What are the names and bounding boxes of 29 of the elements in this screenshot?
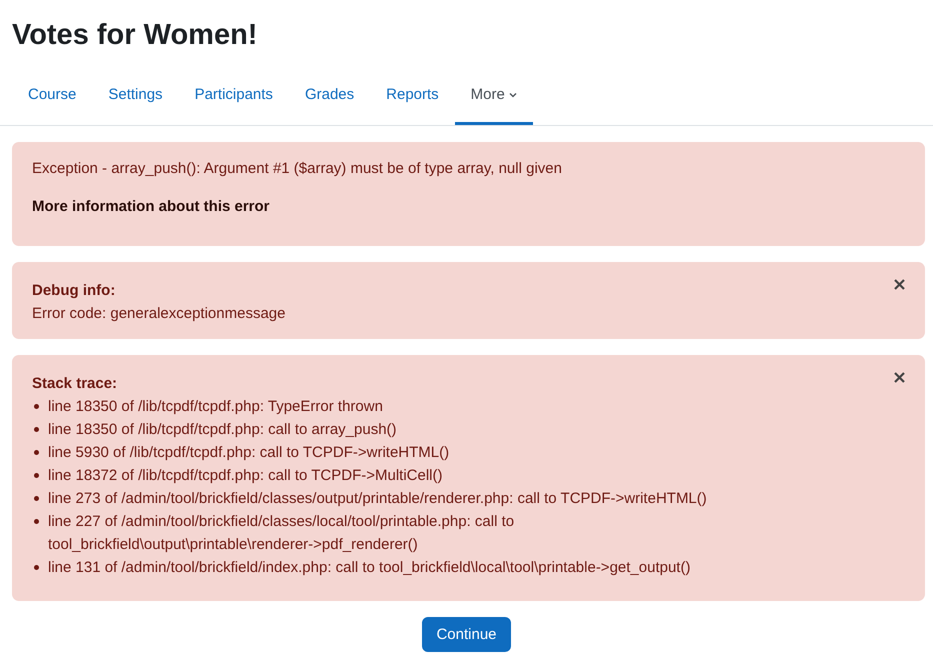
nav-tab[interactable]: Settings: [92, 75, 179, 125]
bullet-icon: [34, 519, 39, 524]
close-icon[interactable]: [894, 279, 905, 290]
nav-tab[interactable]: Reports: [370, 75, 455, 125]
close-icon[interactable]: [894, 372, 905, 383]
error-code: Error code: generalexceptionmessage: [32, 304, 286, 324]
stack-trace-line: line 18350 of /lib/tcpdf/tcpdf.php: call to array_push(): [48, 420, 397, 440]
bullet-icon: [34, 427, 39, 432]
nav-tab[interactable]: Participants: [178, 75, 289, 125]
stack-trace-line: line 18372 of /lib/tcpdf/tcpdf.php: call to TCPDF->MultiCell(): [48, 466, 442, 486]
error-message: Exception - array_push(): Argument #1 ($array) must be of type array, null given: [32, 159, 563, 179]
bullet-icon: [34, 496, 39, 501]
bullet-icon: [34, 473, 39, 478]
continue-button[interactable]: Continue: [422, 617, 511, 652]
nav-tab[interactable]: Course: [12, 75, 92, 125]
bullet-icon: [34, 404, 39, 409]
alert-heading: Stack trace:: [32, 374, 118, 394]
bullet-icon: [34, 450, 39, 455]
stack-trace-line: line 18350 of /lib/tcpdf/tcpdf.php: TypeError thrown: [48, 397, 383, 417]
stack-trace-line: line 227 of /admin/tool/brickfield/classes/local/tool/printable.php: call to tool_brickfield\output\printable\renderer->pdf_renderer(): [48, 512, 516, 555]
stack-trace-line: line 131 of /admin/tool/brickfield/index.php: call to tool_brickfield\local\tool\printable->get_output(): [48, 558, 690, 578]
bullet-icon: [34, 565, 39, 570]
page-title: Votes for Women!: [11, 18, 258, 53]
stack-trace-line: line 273 of /admin/tool/brickfield/classes/output/printable/renderer.php: call to TCPDF->writeHTML(): [48, 489, 707, 509]
stack-trace-line: line 5930 of /lib/tcpdf/tcpdf.php: call to TCPDF->writeHTML(): [48, 443, 450, 463]
more-info-link[interactable]: More information about this error: [32, 195, 270, 218]
alert-heading: Debug info:: [32, 281, 116, 301]
nav-tab[interactable]: Grades: [288, 75, 370, 125]
nav-tab[interactable]: More: [454, 75, 533, 125]
